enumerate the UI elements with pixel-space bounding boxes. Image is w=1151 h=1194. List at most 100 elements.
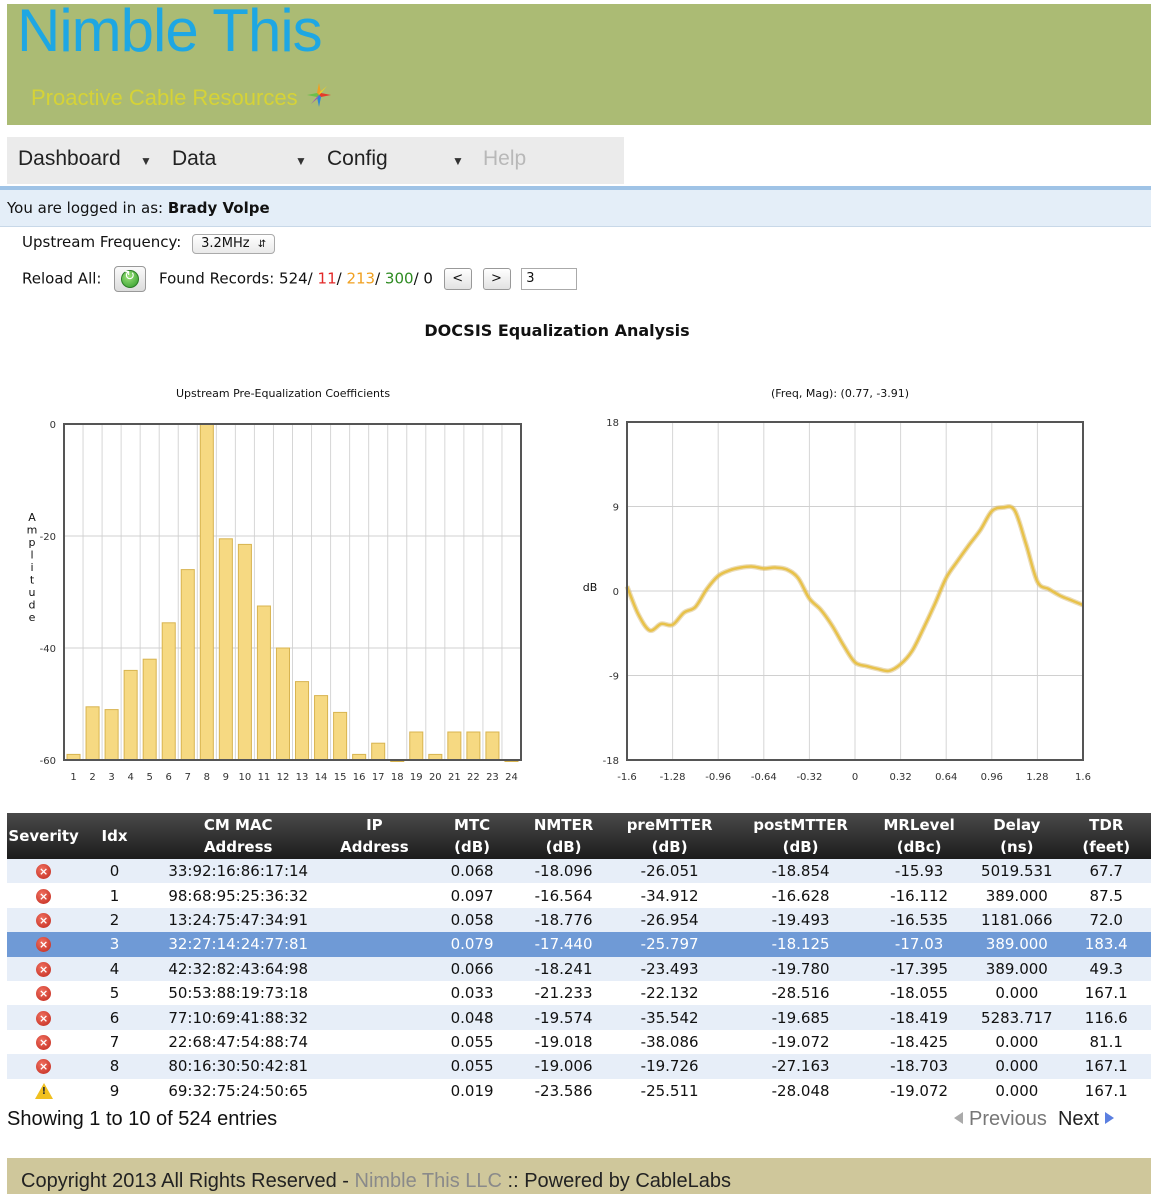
x-tick-label: 15 — [334, 772, 347, 783]
column-header-ip[interactable]: IP Address — [327, 813, 422, 859]
company-link[interactable]: Nimble This LLC — [355, 1170, 502, 1192]
column-header-severity[interactable]: Severity — [7, 813, 81, 859]
bar-chart: 0-20-40-601 2 3 4 5 6 7 8 9 10 11 12 13 14 15 16 17 18 19 2… — [27, 420, 522, 783]
x-tick-label: 0.96 — [981, 772, 1003, 783]
cell-mrl: -15.93 — [866, 859, 973, 884]
severity-cell: × — [7, 932, 81, 957]
cell-nmter: -19.006 — [523, 1054, 605, 1079]
tagline-text: Proactive Cable Resources — [31, 85, 298, 110]
x-tick-label: 0 — [852, 772, 858, 783]
prev-record-button[interactable]: < — [443, 268, 472, 290]
column-header-nmter[interactable]: NMTER (dB) — [523, 813, 605, 859]
y-tick-label: -18 — [603, 756, 619, 767]
menu-dashboard[interactable]: Dashboard ▼ — [18, 147, 152, 171]
cell-mac: 32:27:14:24:77:81 — [148, 932, 328, 957]
cell-post: -16.628 — [735, 883, 867, 908]
records-row: Reload All: Found Records: 524/ 11/ 213/… — [22, 266, 578, 292]
table-row[interactable]: × 8 80:16:30:50:42:81 0.055 -19.006 -19.726 -2… — [7, 1054, 1151, 1079]
y-axis-label-letter: i — [30, 561, 33, 574]
menu-data[interactable]: Data ▼ — [172, 147, 307, 171]
x-tick-label: 22 — [467, 772, 480, 783]
column-header-line: (dB) — [651, 838, 688, 856]
x-tick-label: 4 — [127, 772, 133, 783]
cell-idx: 3 — [80, 932, 149, 957]
cell-pre: -26.954 — [604, 907, 736, 933]
menu-config[interactable]: Config ▼ — [327, 147, 464, 171]
table-row[interactable]: × 7 22:68:47:54:88:74 0.055 -19.018 -38.086 -1… — [7, 1029, 1151, 1055]
cell-post: -28.516 — [735, 980, 867, 1006]
y-axis-label-letter: e — [29, 611, 36, 624]
cell-delay: 389.000 — [972, 932, 1062, 957]
x-tick-label: -0.96 — [705, 772, 731, 783]
cell-idx: 4 — [80, 956, 149, 981]
table-row[interactable]: × 1 98:68:95:25:36:32 0.097 -16.564 -34.912 -1… — [7, 883, 1151, 908]
table-row[interactable]: × 0 33:92:16:86:17:14 0.068 -18.096 -26.051 -1… — [7, 859, 1151, 884]
column-header-line: preMTTER — [626, 816, 713, 834]
error-icon: × — [36, 1034, 52, 1050]
previous-page-button[interactable]: Previous — [954, 1108, 1047, 1130]
column-header-idx[interactable]: Idx — [80, 813, 149, 859]
records-table: Severity Idx CM MAC Address IP Address MTC (dB)… — [7, 813, 1151, 1103]
cell-mtc: 0.055 — [421, 1029, 524, 1055]
x-tick-label: 0.64 — [935, 772, 957, 783]
cell-mac: 69:32:75:24:50:65 — [148, 1078, 328, 1103]
column-header-line: (dBc) — [896, 838, 942, 856]
table-row[interactable]: × 2 13:24:75:47:34:91 0.058 -18.776 -26.954 -1… — [7, 907, 1151, 933]
severity-cell: × — [7, 980, 81, 1006]
y-axis-label-letter: t — [30, 574, 35, 587]
column-header-delay[interactable]: Delay (ns) — [972, 813, 1062, 859]
y-tick-label: 9 — [613, 503, 619, 514]
bar — [180, 569, 195, 761]
bar — [371, 742, 386, 761]
cell-post: -27.163 — [735, 1054, 867, 1079]
table-row[interactable]: × 5 50:53:88:19:73:18 0.033 -21.233 -22.132 -2… — [7, 980, 1151, 1006]
reload-button[interactable] — [114, 266, 147, 292]
cell-mrl: -18.425 — [866, 1029, 973, 1055]
y-tick-label: 18 — [606, 418, 619, 429]
menu-help-label: Help — [483, 147, 527, 170]
bar — [161, 622, 176, 761]
login-user: Brady Volpe — [167, 199, 270, 217]
column-header-line: MRLevel — [883, 816, 955, 834]
error-icon: × — [36, 888, 52, 904]
column-header-tdr[interactable]: TDR (feet) — [1061, 813, 1151, 859]
table-row[interactable]: × 6 77:10:69:41:88:32 0.048 -19.574 -35.542 -1… — [7, 1005, 1151, 1030]
error-icon: × — [36, 961, 52, 977]
y-axis-label-letter: A — [28, 511, 36, 524]
column-header-pre[interactable]: preMTTER (dB) — [604, 813, 736, 859]
column-header-post[interactable]: postMTTER (dB) — [735, 813, 867, 859]
error-icon: × — [36, 912, 52, 928]
column-header-mtc[interactable]: MTC (dB) — [421, 813, 524, 859]
frequency-select[interactable]: 3.2MHz ⇵ — [192, 234, 276, 254]
cell-mac: 50:53:88:19:73:18 — [148, 980, 328, 1006]
cell-idx: 9 — [80, 1078, 149, 1103]
x-tick-label: -0.64 — [751, 772, 777, 783]
cell-pre: -25.797 — [604, 932, 736, 957]
bar — [123, 669, 138, 761]
record-index-input[interactable]: 3 — [521, 268, 578, 290]
bar — [256, 605, 271, 761]
table-row[interactable]: × 4 42:32:82:43:64:98 0.066 -18.241 -23.493 -1… — [7, 956, 1151, 981]
cell-tdr: 49.3 — [1061, 956, 1151, 981]
cell-post: -19.072 — [735, 1029, 867, 1055]
cell-delay: 5019.531 — [972, 859, 1062, 884]
bar — [314, 695, 329, 761]
menu-help[interactable]: Help — [483, 147, 526, 171]
next-page-button[interactable]: Next — [1058, 1108, 1115, 1130]
x-tick-label: 10 — [239, 772, 252, 783]
error-icon: × — [36, 937, 52, 953]
table-row[interactable]: × 3 32:27:14:24:77:81 0.079 -17.440 -25.797 -1… — [7, 932, 1151, 957]
cell-mac: 42:32:82:43:64:98 — [148, 956, 328, 981]
site-logo[interactable]: Nimble This — [17, 0, 323, 65]
column-header-mac[interactable]: CM MAC Address — [148, 813, 328, 859]
y-axis-label-letter: p — [29, 536, 36, 549]
table-row[interactable]: ! 9 69:32:75:24:50:65 0.019 -23.586 -25.511 -2… — [7, 1078, 1151, 1103]
y-tick-label: 0 — [50, 420, 56, 431]
cell-mac: 80:16:30:50:42:81 — [148, 1054, 328, 1079]
bar — [104, 709, 119, 761]
bar — [142, 658, 157, 761]
chevron-down-icon: ▼ — [140, 154, 152, 168]
x-tick-label: -1.6 — [617, 772, 637, 783]
next-record-button[interactable]: > — [482, 268, 511, 290]
column-header-mrl[interactable]: MRLevel (dBc) — [866, 813, 973, 859]
